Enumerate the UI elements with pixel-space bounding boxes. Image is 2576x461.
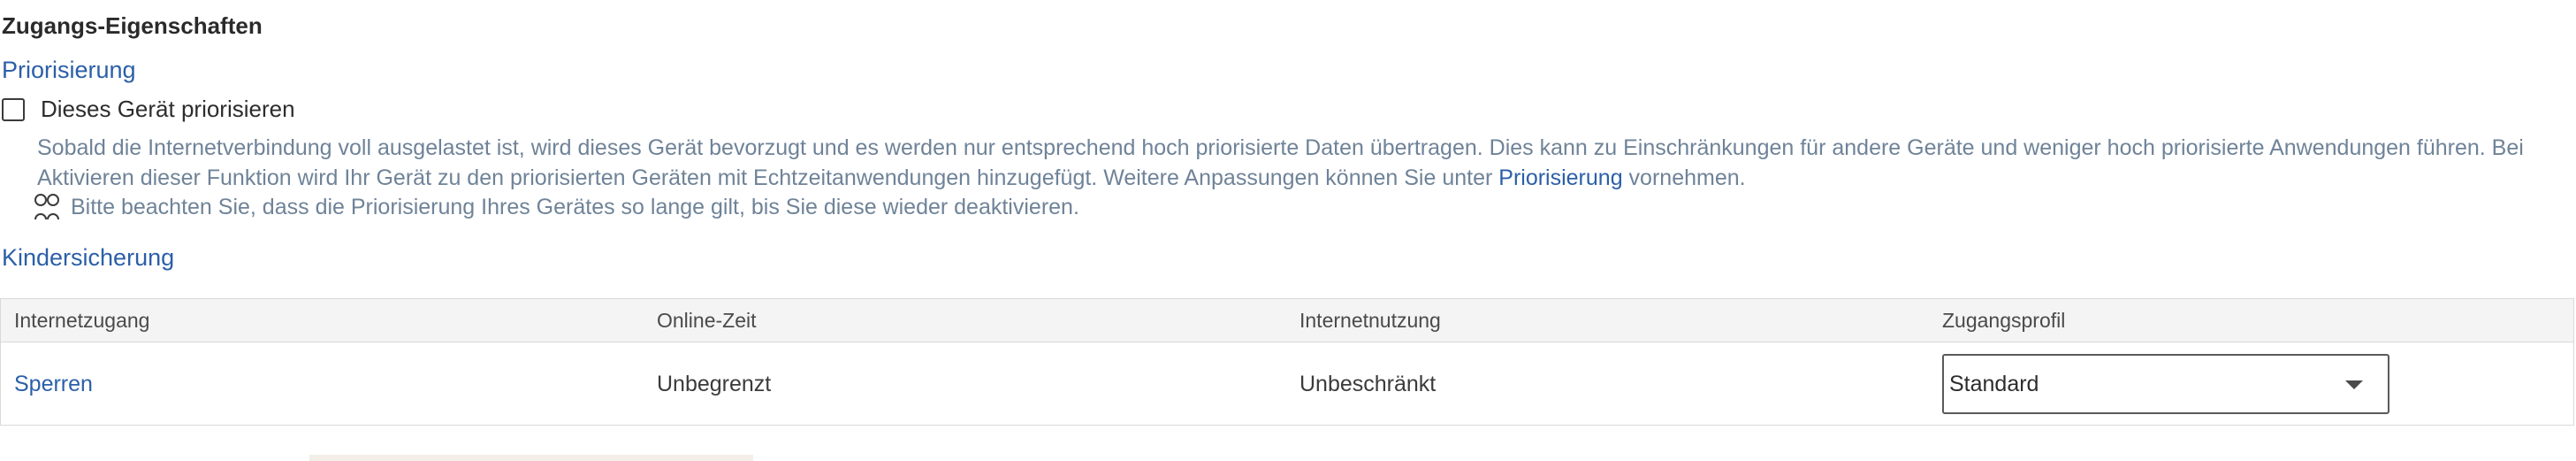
- prioritize-device-checkbox[interactable]: [2, 97, 25, 121]
- prioritization-link[interactable]: Priorisierung: [1498, 165, 1622, 190]
- partial-element-bottom: [309, 455, 753, 461]
- parental-control-heading: Kindersicherung: [2, 244, 175, 271]
- access-profile-value: Standard: [1949, 372, 2039, 396]
- prioritization-note: Bitte beachten Sie, dass die Priorisieru…: [34, 193, 1079, 221]
- table-header: Internetzugang Online-Zeit Internetnutzu…: [1, 299, 2573, 342]
- prioritization-heading: Priorisierung: [2, 57, 136, 83]
- description-line-2: Aktivieren dieser Funktion wird Ihr Gerä…: [37, 163, 2576, 193]
- info-icon: [34, 193, 67, 221]
- column-header-internet-access: Internetzugang: [14, 309, 150, 332]
- column-header-online-time: Online-Zeit: [657, 309, 757, 332]
- column-header-access-profile: Zugangsprofil: [1942, 309, 2066, 332]
- prioritize-device-row: Dieses Gerät priorisieren: [2, 96, 295, 123]
- chevron-down-icon: [2345, 380, 2363, 389]
- access-profile-select[interactable]: Standard: [1942, 354, 2389, 414]
- block-internet-link[interactable]: Sperren: [14, 372, 93, 397]
- internet-usage-value: Unbeschränkt: [1299, 372, 1437, 396]
- parental-control-table: Internetzugang Online-Zeit Internetnutzu…: [0, 298, 2574, 426]
- description-text-after-link: vornehmen.: [1622, 165, 1746, 190]
- section-title: Zugangs-Eigenschaften: [2, 12, 263, 39]
- online-time-value: Unbegrenzt: [657, 372, 772, 396]
- prioritize-device-label[interactable]: Dieses Gerät priorisieren: [41, 96, 295, 123]
- note-text: Bitte beachten Sie, dass die Priorisieru…: [71, 194, 1079, 219]
- access-properties-panel: Zugangs-Eigenschaften Priorisierung Dies…: [0, 0, 2576, 461]
- prioritization-description: Sobald die Internetverbindung voll ausge…: [37, 133, 2576, 193]
- description-text-before-link: Aktivieren dieser Funktion wird Ihr Gerä…: [37, 165, 1499, 190]
- column-header-internet-usage: Internetnutzung: [1299, 309, 1441, 332]
- description-line-1: Sobald die Internetverbindung voll ausge…: [37, 135, 2524, 160]
